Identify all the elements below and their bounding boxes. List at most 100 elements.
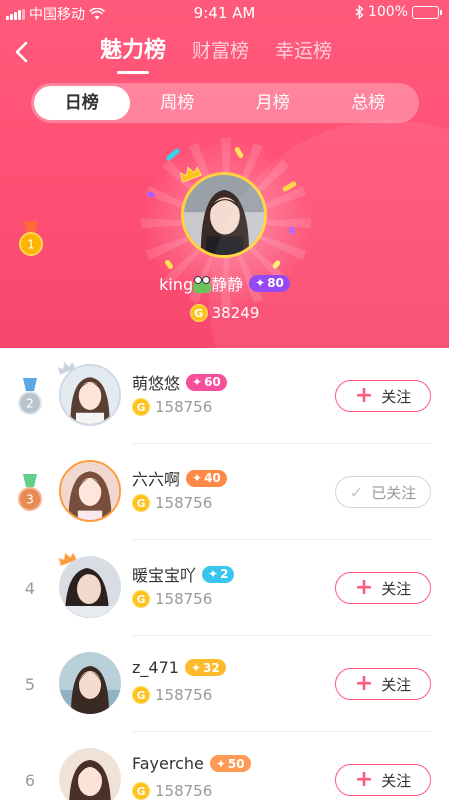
gold-coin-icon: G [132, 590, 150, 608]
level-badge: ✦ 40 [186, 469, 227, 487]
rank-medal: 3 [16, 474, 44, 512]
rank-number: 6 [24, 771, 36, 790]
check-icon: ✓ [349, 482, 364, 502]
ranking-header: 中国移动 9:41 AM 100% 魅力榜 财富榜 幸运榜 日榜 周榜 月榜 总… [0, 0, 449, 348]
user-coins: G 158756 [132, 686, 212, 704]
user-name: 暖宝宝吖 [132, 566, 197, 585]
follow-label: 关注 [381, 675, 412, 694]
sparkle-icon: ✦ [192, 375, 203, 389]
follow-label: 关注 [381, 771, 412, 790]
plus-icon: + [354, 671, 374, 696]
silver-medal-icon: 2 [18, 378, 42, 415]
plus-icon: + [354, 575, 374, 600]
user-coins: G 158756 [132, 398, 212, 416]
user-name-line: z_471 ✦ 32 [132, 658, 226, 677]
list-item[interactable]: 2 萌悠悠 ✦ 60 G 158756 + 关注 [0, 348, 449, 444]
user-name: 六六啊 [132, 470, 181, 489]
avatar[interactable] [59, 364, 121, 426]
ranking-tabs: 魅力榜 财富榜 幸运榜 [100, 36, 332, 66]
battery-percent: 100% [367, 4, 408, 20]
coin-count: 158756 [155, 398, 213, 416]
list-item[interactable]: 4 暖宝宝吖 ✦ 2 G 158756 + 关注 [0, 540, 449, 636]
tab-luck[interactable]: 幸运榜 [275, 36, 332, 66]
svg-text:2: 2 [26, 397, 34, 411]
user-name-line: Fayerche ✦ 50 [132, 754, 251, 773]
coin-count: 158756 [155, 782, 213, 800]
gold-coin-icon: G [189, 304, 208, 322]
medal-rank-number: 1 [27, 238, 35, 252]
rank-medal: 2 [16, 378, 44, 416]
avatar[interactable] [59, 652, 121, 714]
gold-coin-icon: G [132, 782, 150, 800]
svg-text:3: 3 [26, 493, 34, 507]
user-name-line: 六六啊 ✦ 40 [132, 466, 227, 490]
avatar-photo [184, 175, 264, 255]
status-bar: 中国移动 9:41 AM 100% [0, 0, 449, 26]
ranking-list: 2 萌悠悠 ✦ 60 G 158756 + 关注 3 六六啊 ✦ 40 G 15… [0, 348, 449, 800]
frog-emoji-icon [193, 275, 212, 293]
sparkle-icon: ✦ [192, 471, 203, 485]
follow-button[interactable]: + 关注 [335, 668, 431, 700]
avatar[interactable] [59, 748, 121, 800]
level-badge: ✦ 32 [184, 659, 226, 676]
confetti-decoration [271, 259, 282, 270]
champion-name-line: king 静静 ✦ 80 [0, 271, 449, 295]
chevron-left-icon[interactable] [10, 38, 34, 66]
follow-label: 关注 [381, 387, 412, 406]
level-badge: ✦ 2 [202, 565, 235, 583]
user-coins: G 158756 [132, 782, 212, 800]
period-total[interactable]: 总榜 [321, 86, 417, 120]
champion-coin-count: 38249 [211, 304, 260, 322]
champion-coins: G 38249 [0, 304, 449, 322]
sparkle-icon: ✦ [190, 660, 201, 675]
user-name: z_471 [132, 658, 179, 677]
top-nav: 魅力榜 财富榜 幸运榜 [0, 32, 449, 76]
plus-icon: + [354, 383, 374, 408]
tab-wealth[interactable]: 财富榜 [192, 36, 249, 66]
avatar[interactable] [59, 460, 121, 522]
tab-charm[interactable]: 魅力榜 [100, 36, 166, 66]
list-item[interactable]: 3 六六啊 ✦ 40 G 158756 ✓ 已关注 [0, 444, 449, 567]
sparkle-icon: ✦ [215, 756, 226, 771]
champion-name: king 静静 [159, 275, 244, 294]
battery-icon [412, 5, 442, 19]
user-name-line: 萌悠悠 ✦ 60 [132, 370, 227, 394]
gold-coin-icon: G [132, 494, 150, 512]
bluetooth-icon [355, 5, 364, 19]
gold-coin-icon: G [132, 398, 150, 416]
follow-button[interactable]: + 关注 [335, 572, 431, 604]
follow-label: 已关注 [371, 483, 417, 502]
plus-icon: + [354, 767, 374, 792]
list-item[interactable]: 5 z_471 ✦ 32 G 158756 + 关注 [0, 636, 449, 732]
follow-label: 关注 [381, 579, 412, 598]
sparkle-icon: ✦ [255, 276, 266, 290]
period-daily[interactable]: 日榜 [34, 86, 130, 120]
confetti-decoration [288, 225, 296, 236]
avatar[interactable] [59, 556, 121, 618]
champion-avatar[interactable] [181, 172, 267, 258]
level-badge: ✦ 80 [249, 274, 290, 292]
period-switcher: 日榜 周榜 月榜 总榜 [31, 83, 419, 123]
rank-number: 5 [24, 675, 36, 694]
follow-button[interactable]: + 关注 [335, 380, 431, 412]
user-coins: G 158756 [132, 590, 212, 608]
sparkle-icon: ✦ [208, 567, 219, 581]
period-monthly[interactable]: 月榜 [225, 86, 321, 120]
user-name: Fayerche [132, 754, 204, 773]
level-badge: ✦ 50 [209, 755, 251, 772]
period-weekly[interactable]: 周榜 [130, 86, 226, 120]
coin-count: 158756 [155, 494, 213, 512]
coin-count: 158756 [155, 590, 213, 608]
follow-button[interactable]: + 关注 [335, 764, 431, 796]
user-name: 萌悠悠 [132, 374, 181, 393]
rank-number: 4 [24, 579, 36, 598]
user-coins: G 158756 [132, 494, 212, 512]
followed-button[interactable]: ✓ 已关注 [335, 476, 431, 508]
list-item[interactable]: 6 Fayerche ✦ 50 G 158756 + 关注 [0, 732, 449, 800]
gold-coin-icon: G [132, 686, 150, 704]
gold-medal-icon: 1 [19, 221, 43, 256]
level-badge: ✦ 60 [186, 373, 227, 391]
bronze-medal-icon: 3 [18, 474, 42, 511]
user-name-line: 暖宝宝吖 ✦ 2 [132, 562, 235, 586]
confetti-decoration [281, 180, 298, 193]
